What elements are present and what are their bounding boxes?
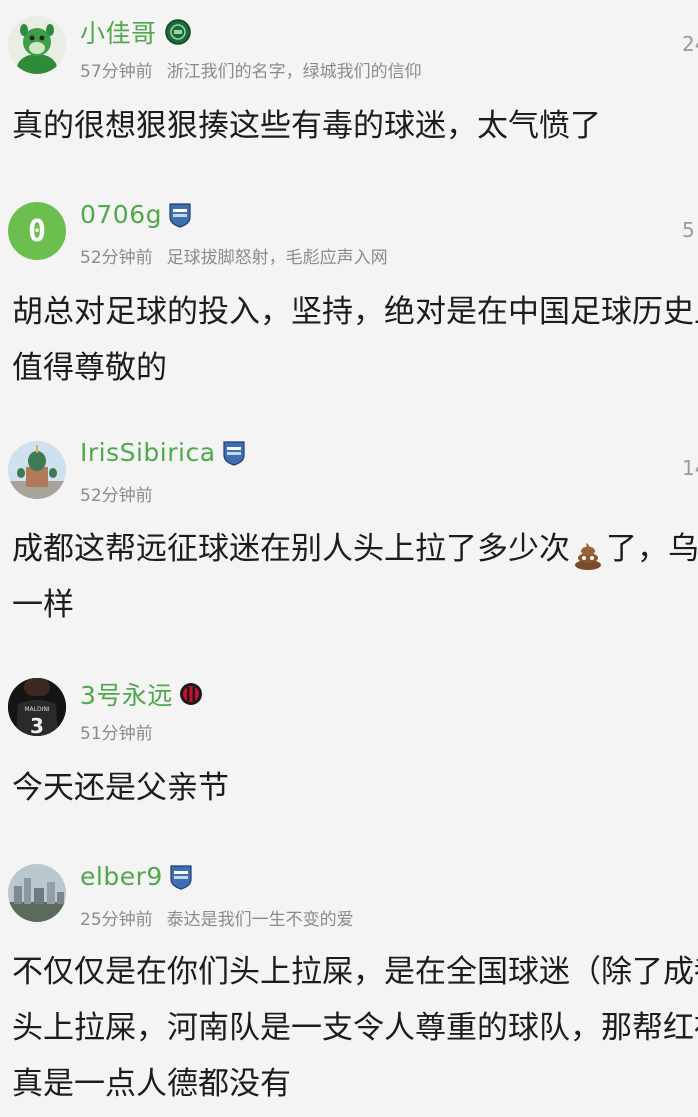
timestamp: 52分钟前: [80, 486, 153, 506]
ac-milan-badge-icon: [179, 681, 203, 707]
user-signature: 足球拔脚怒射，毛彪应声入网: [166, 248, 388, 268]
comment-text: 真的很想狠狠揍这些有毒的球迷，太气愤了: [12, 108, 601, 144]
comment-text: 不仅仅是在你们头上拉屎，是在全国球迷（除了成都 头上拉屎，河南队是一支令人尊重的…: [12, 954, 698, 1102]
comment-meta: 52分钟前 足球拔脚怒射，毛彪应声入网: [80, 243, 388, 268]
cathedral-avatar-icon: [8, 441, 66, 499]
mascot-avatar-icon: [8, 16, 66, 74]
user-signature: 浙江我们的名字，绿城我们的信仰: [166, 62, 422, 82]
comment-text: 今天还是父亲节: [12, 770, 229, 806]
svg-text:3: 3: [30, 714, 44, 736]
username[interactable]: elber9: [80, 862, 163, 891]
username[interactable]: 0706g: [80, 200, 162, 229]
timestamp: 51分钟前: [80, 724, 153, 744]
avatar[interactable]: [8, 441, 66, 499]
timestamp: 25分钟前: [80, 910, 153, 930]
avatar[interactable]: MALDINI 3: [8, 678, 66, 736]
jersey-avatar-icon: MALDINI 3: [8, 678, 66, 736]
username[interactable]: 3号永远: [80, 676, 173, 712]
like-count[interactable]: 14: [682, 456, 698, 480]
avatar[interactable]: 0: [8, 202, 66, 260]
comment-text: 成都这帮远征球迷在别人头上拉了多少次 了，乌鸦 一样: [12, 531, 698, 623]
username[interactable]: 小佳哥: [80, 14, 157, 50]
club-badge-icon: [164, 19, 191, 45]
avatar[interactable]: [8, 16, 66, 74]
club-badge-icon: [168, 202, 192, 228]
comment-meta: 52分钟前: [80, 481, 153, 506]
comment-text: 胡总对足球的投入，坚持，绝对是在中国足球历史上 值得尊敬的: [12, 294, 698, 386]
comment-meta: 57分钟前 浙江我们的名字，绿城我们的信仰: [80, 57, 422, 82]
svg-text:MALDINI: MALDINI: [24, 706, 50, 713]
club-badge-icon: [222, 440, 246, 466]
timestamp: 52分钟前: [80, 248, 153, 268]
user-signature: 泰达是我们一生不变的爱: [166, 910, 354, 930]
comment-meta: 25分钟前 泰达是我们一生不变的爱: [80, 905, 354, 930]
avatar[interactable]: [8, 864, 66, 922]
timestamp: 57分钟前: [80, 62, 153, 82]
username[interactable]: IrisSibirica: [80, 438, 216, 467]
like-count[interactable]: 5: [682, 218, 695, 242]
comment-meta: 51分钟前: [80, 719, 153, 744]
like-count[interactable]: 24: [682, 32, 698, 56]
cityscape-avatar-icon: [8, 864, 66, 922]
poop-emoji-icon: [572, 533, 604, 570]
avatar-letter: 0: [27, 213, 47, 249]
club-badge-icon: [169, 864, 193, 890]
